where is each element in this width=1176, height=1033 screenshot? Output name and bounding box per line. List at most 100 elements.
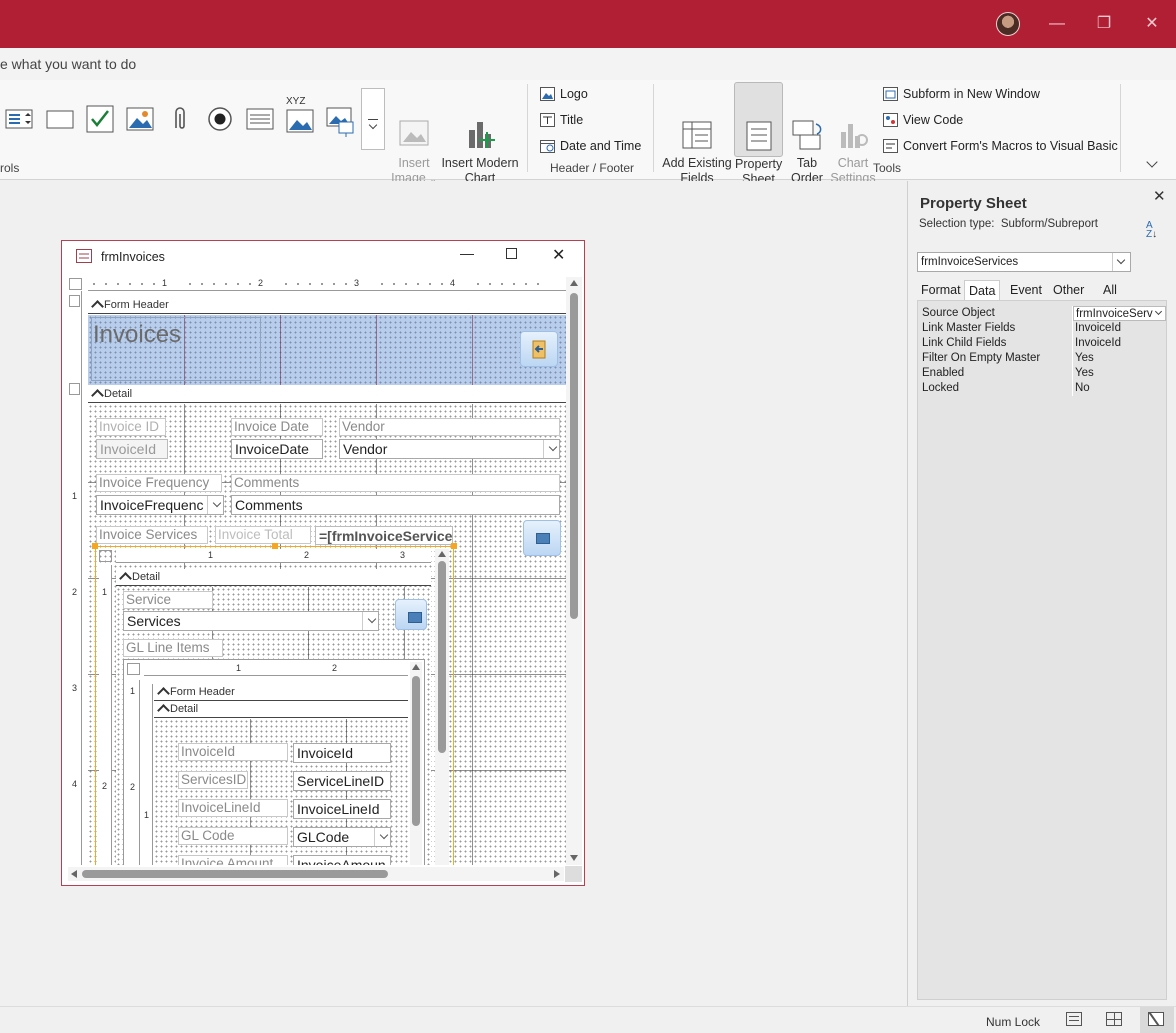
layout-view-icon[interactable] [1106,1012,1122,1026]
nested-form-header-bar[interactable]: Form Header [154,684,408,701]
invoice-id-field[interactable]: InvoiceId [293,743,391,763]
comments-label[interactable]: Comments [231,474,560,492]
form-close-icon[interactable]: ✕ [552,245,565,265]
close-icon[interactable]: ✕ [1137,10,1167,38]
title-button[interactable]: Title [540,110,583,130]
invoice-date-field[interactable]: InvoiceDate [231,439,323,459]
property-row[interactable]: Filter On Empty Master Yes [920,351,1166,366]
attachment-control-icon[interactable] [165,104,195,134]
property-sheet-button[interactable]: Property Sheet [734,82,783,186]
chevron-down-icon[interactable] [212,498,222,508]
tab-order-button[interactable]: Tab Order [787,88,827,186]
gl-code-label[interactable]: GL Code [178,827,288,845]
invoice-services-label[interactable]: Invoice Services [96,526,208,544]
image-control-icon[interactable] [125,104,155,134]
invoice-frequency-label[interactable]: Invoice Frequency [96,474,222,492]
subform-invoice-services[interactable]: 1 2 3 1 2 Detail Service Services GL Lin… [92,543,457,865]
chevron-down-icon[interactable] [1112,253,1130,271]
object-select[interactable]: frmInvoiceServices [917,252,1131,272]
subform-control-icon[interactable] [245,104,275,134]
logo-button[interactable]: Logo [540,84,588,104]
vendor-combo[interactable]: Vendor [339,439,560,459]
design-surface[interactable]: 1 2 3 4 1 2 3 4 Form Header Invoices Det… [68,277,566,865]
collapse-ribbon-icon[interactable] [1146,156,1158,168]
form-minimize-icon[interactable]: — [460,245,474,261]
minimize-icon[interactable]: — [1042,10,1072,38]
form-horizontal-scrollbar[interactable] [68,867,564,881]
option-button-control-icon[interactable] [205,104,235,134]
gallery-more-button[interactable] [361,88,385,150]
list-box-control-icon[interactable] [4,104,34,134]
property-sheet-pane[interactable]: Property Sheet ✕ Selection type: Subform… [907,181,1176,1006]
chevron-down-icon[interactable] [548,442,558,452]
open-subform-button[interactable] [523,520,561,556]
gl-code-combo[interactable]: GLCode [293,827,391,847]
date-time-button[interactable]: Date and Time [540,136,641,156]
tell-me-bar[interactable]: e what you want to do [0,48,1176,80]
subform-new-window-button[interactable]: Subform in New Window [883,84,1040,104]
checkbox-control-icon[interactable] [85,104,115,134]
restore-icon[interactable]: ❐ [1089,10,1119,38]
invoice-amount-label[interactable]: Invoice Amount [178,855,288,865]
chevron-down-icon[interactable] [367,614,377,624]
property-row[interactable]: Link Child Fields InvoiceId [920,336,1166,351]
convert-macros-button[interactable]: Convert Form's Macros to Visual Basic [883,136,1118,156]
nested-detail-bar[interactable]: Detail [154,701,408,718]
services-combo[interactable]: Services [123,611,379,631]
property-row[interactable]: Link Master Fields InvoiceId [920,321,1166,336]
form-header-bar[interactable]: Form Header [88,297,566,314]
invoice-id-field[interactable]: InvoiceId [96,439,168,459]
service-label[interactable]: Service [123,591,213,609]
user-avatar[interactable] [996,12,1020,36]
insert-modern-chart-button[interactable]: Insert Modern Chart [440,88,520,186]
property-row[interactable]: Enabled Yes [920,366,1166,381]
close-form-button[interactable] [520,331,558,367]
invoice-id-label[interactable]: InvoiceId [178,743,288,761]
property-row[interactable]: Locked No [920,381,1166,396]
tab-all[interactable]: All [1099,280,1121,300]
sort-az-icon[interactable]: A Z↓ [1146,221,1157,240]
rectangle-control-icon[interactable] [45,104,75,134]
service-line-id-field[interactable]: ServiceLineID [293,771,391,791]
chart-control-icon[interactable]: XYZ [285,96,315,134]
gl-line-items-label[interactable]: GL Line Items [123,639,223,657]
invoice-line-id-field[interactable]: InvoiceLineId [293,799,391,819]
comments-field[interactable]: Comments [231,495,560,515]
open-services-button[interactable] [395,599,427,630]
invoice-amount-field[interactable]: InvoiceAmoun [293,855,391,865]
form-design-window[interactable]: frmInvoices — ✕ 1 2 3 4 1 2 3 4 Form Hea… [61,240,585,886]
form-header-section[interactable]: Invoices [88,315,566,385]
tab-data[interactable]: Data [964,280,1001,300]
property-row[interactable]: Source Object frmInvoiceServ [920,306,1166,321]
invoice-total-label[interactable]: Invoice Total [215,526,311,544]
chevron-down-icon[interactable] [379,830,389,840]
add-existing-fields-button[interactable]: Add Existing Fields [662,88,732,186]
form-view-icon[interactable] [1066,1012,1082,1026]
invoice-line-id-label[interactable]: InvoiceLineId [178,799,288,817]
chevron-down-icon[interactable] [1153,307,1164,319]
tell-me-text[interactable]: e what you want to do [0,56,136,72]
invoice-frequency-combo[interactable]: InvoiceFrequenc [96,495,224,515]
form-vertical-scrollbar[interactable] [566,277,582,865]
services-id-label[interactable]: ServicesID [178,771,248,789]
tab-other[interactable]: Other [1049,280,1088,300]
tab-format[interactable]: Format [917,280,965,300]
invoice-date-label[interactable]: Invoice Date [231,418,323,436]
invoice-total-field[interactable]: =[frmInvoiceService [315,526,453,545]
insert-image-button[interactable]: Insert Image ⌄ [390,88,438,187]
detail-section[interactable]: Invoice ID InvoiceId Invoice Date Invoic… [88,404,566,865]
invoice-id-label[interactable]: Invoice ID [96,418,166,436]
chart-settings-button[interactable]: Chart Settings [830,88,876,186]
nested-detail-section[interactable]: InvoiceId InvoiceId ServicesID ServiceLi… [154,719,408,865]
vendor-label[interactable]: Vendor [339,418,560,436]
web-browser-control-icon[interactable] [325,104,355,137]
detail-bar[interactable]: Detail [88,386,566,403]
property-sheet-close-icon[interactable]: ✕ [1153,187,1166,205]
subform-detail-section[interactable]: Service Services GL Line Items 1 2 1 2 1… [116,587,431,865]
view-code-button[interactable]: View Code [883,110,963,130]
subform-detail-bar[interactable]: Detail [116,569,431,586]
subform-vertical-scrollbar[interactable] [435,549,449,865]
nested-vertical-scrollbar[interactable] [410,662,422,865]
subform-gl-line-items[interactable]: 1 2 1 2 1 Form Header Detail InvoiceId I… [123,659,425,865]
form-heading[interactable]: Invoices [93,321,181,349]
